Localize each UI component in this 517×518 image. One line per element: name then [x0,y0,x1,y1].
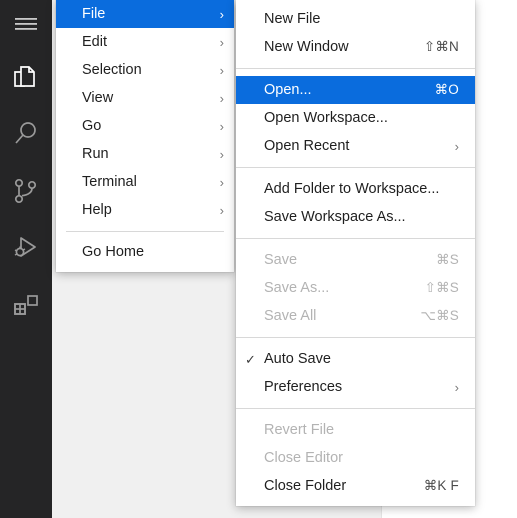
menu-item-label: Edit [82,34,107,50]
menu-item-label: New File [264,11,321,27]
menu-separator [236,408,475,409]
menu-item-shortcut: ⌘O [434,82,459,97]
main-menu: File › Edit › Selection › View › Go › Run › Terminal… [56,0,234,272]
file-menu-item-close-folder[interactable]: Close Folder ⌘K F [236,472,475,500]
source-control-icon[interactable] [0,162,52,219]
menu-item-label: Selection [82,62,142,78]
menu-item-label: Open Workspace... [264,110,388,126]
chevron-right-icon: › [454,138,459,154]
menu-separator [236,167,475,168]
file-menu-item-open-recent[interactable]: Open Recent › [236,132,475,160]
menu-item-label: Open Recent [264,138,350,154]
run-and-debug-icon[interactable] [0,219,52,276]
chevron-right-icon: › [219,174,224,190]
menu-item-label: Go Home [82,244,145,260]
chevron-right-icon: › [454,379,459,395]
menu-item-label: Run [82,146,109,162]
menu-item-label: Revert File [264,422,335,438]
menu-item-label: Save As... [264,280,330,296]
main-menu-item-edit[interactable]: Edit › [56,28,234,56]
menu-item-shortcut: ⌘K F [423,478,459,493]
menu-item-label: New Window [264,39,349,55]
explorer-files-icon[interactable] [0,48,52,105]
main-menu-item-help[interactable]: Help › [56,196,234,224]
main-menu-item-go-home[interactable]: Go Home [56,238,234,266]
menu-item-label: Save [264,252,298,268]
file-menu-item-save-all: Save All ⌥⌘S [236,302,475,330]
menu-item-label: Preferences [264,379,343,395]
menu-item-label: Add Folder to Workspace... [264,181,440,197]
file-menu-item-add-folder-to-workspace[interactable]: Add Folder to Workspace... [236,175,475,203]
menu-separator [236,68,475,69]
menu-item-label: File [82,6,106,22]
file-menu-item-revert-file: Revert File [236,416,475,444]
main-menu-item-terminal[interactable]: Terminal › [56,168,234,196]
main-menu-item-view[interactable]: View › [56,84,234,112]
file-menu-item-auto-save[interactable]: ✓ Auto Save [236,345,475,373]
menu-item-label: Go [82,118,102,134]
menu-item-label: Save All [264,308,317,324]
menu-item-label: Help [82,202,112,218]
main-menu-item-go[interactable]: Go › [56,112,234,140]
file-menu-item-close-editor: Close Editor [236,444,475,472]
menu-separator [236,337,475,338]
vscode-workbench: File › Edit › Selection › View › Go › Run › Terminal… [0,0,517,518]
menu-item-label: Save Workspace As... [264,209,406,225]
chevron-right-icon: › [219,90,224,106]
hamburger-menu-icon[interactable] [0,0,52,48]
search-icon[interactable] [0,105,52,162]
checkmark-icon: ✓ [245,351,256,367]
menu-item-label: Auto Save [264,351,331,367]
menu-item-label: Open... [264,82,312,98]
menu-item-label: View [82,90,114,106]
file-menu-item-open-workspace[interactable]: Open Workspace... [236,104,475,132]
menu-item-label: Close Folder [264,478,347,494]
chevron-right-icon: › [219,146,224,162]
file-menu-item-open[interactable]: Open... ⌘O [236,76,475,104]
menu-item-shortcut: ⌥⌘S [420,308,459,323]
chevron-right-icon: › [219,118,224,134]
menu-separator [66,231,224,232]
menu-item-label: Terminal [82,174,137,190]
chevron-right-icon: › [219,6,224,22]
extensions-icon[interactable] [0,276,52,333]
chevron-right-icon: › [219,34,224,50]
main-menu-item-file[interactable]: File › [56,0,234,28]
menu-item-shortcut: ⌘S [436,252,459,267]
file-menu-item-new-window[interactable]: New Window ⇧⌘N [236,33,475,61]
main-menu-item-selection[interactable]: Selection › [56,56,234,84]
activity-bar [0,0,52,518]
menu-separator [236,238,475,239]
menu-item-shortcut: ⇧⌘N [423,39,459,54]
file-menu-item-new-file[interactable]: New File [236,5,475,33]
file-menu-item-preferences[interactable]: Preferences › [236,373,475,401]
file-submenu: New File New Window ⇧⌘N Open... ⌘O Open Works… [236,0,475,506]
file-menu-item-save-workspace-as[interactable]: Save Workspace As... [236,203,475,231]
menu-item-shortcut: ⇧⌘S [424,280,459,295]
chevron-right-icon: › [219,202,224,218]
main-menu-item-run[interactable]: Run › [56,140,234,168]
chevron-right-icon: › [219,62,224,78]
menu-item-label: Close Editor [264,450,343,466]
file-menu-item-save: Save ⌘S [236,246,475,274]
file-menu-item-save-as: Save As... ⇧⌘S [236,274,475,302]
